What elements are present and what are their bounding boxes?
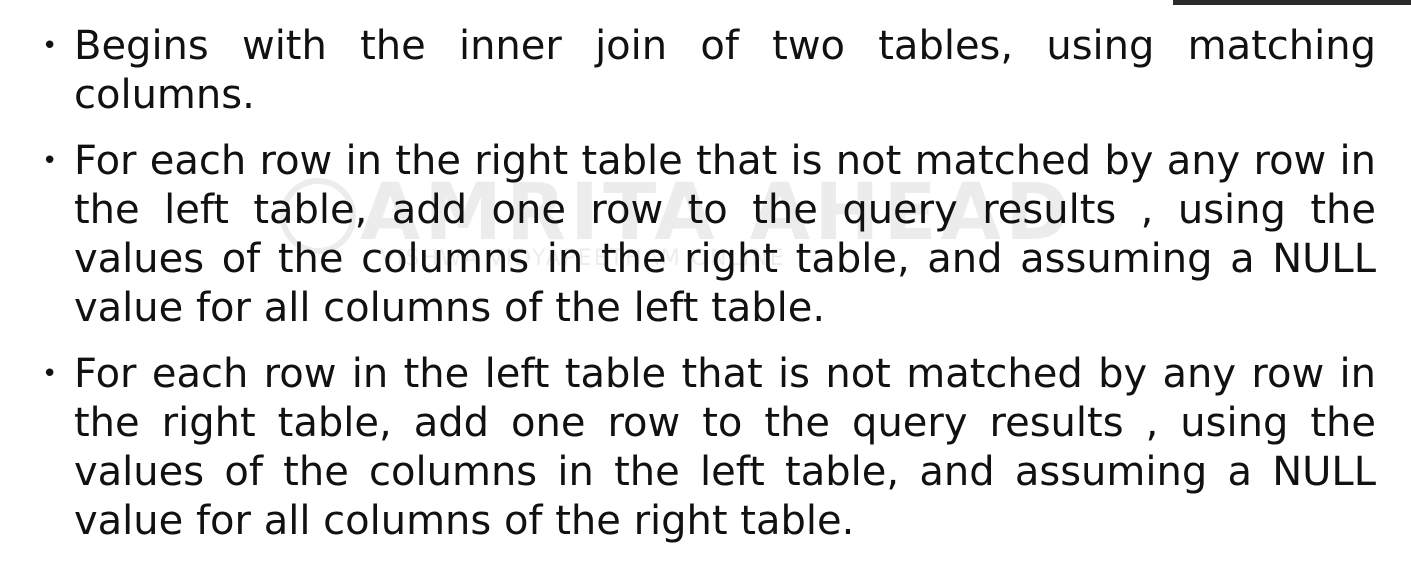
bullet-text: Begins with the inner join of two tables… bbox=[74, 23, 1376, 118]
bullet-text: For each row in the left table that is n… bbox=[74, 351, 1376, 544]
bullet-dot-icon: • bbox=[42, 359, 58, 389]
presenter-video-thumbnail bbox=[1173, 0, 1411, 5]
bullet-dot-icon: • bbox=[42, 146, 58, 176]
bullet-item-left-unmatched: • For each row in the left table that is… bbox=[40, 350, 1376, 546]
slide-content: • Begins with the inner join of two tabl… bbox=[40, 22, 1376, 546]
bullet-item-inner-join: • Begins with the inner join of two tabl… bbox=[40, 22, 1376, 120]
bullet-text: For each row in the right table that is … bbox=[74, 138, 1376, 331]
bullet-item-right-unmatched: • For each row in the right table that i… bbox=[40, 137, 1376, 333]
bullet-dot-icon: • bbox=[42, 31, 58, 61]
